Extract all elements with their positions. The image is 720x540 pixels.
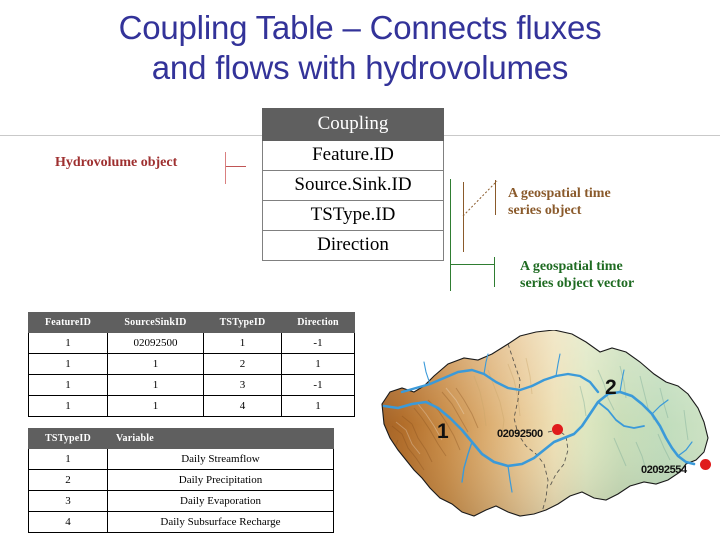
page-title-line-1: Coupling Table – Connects fluxes [118, 9, 602, 46]
cell-direction: -1 [281, 374, 355, 396]
page-title: Coupling Table – Connects fluxes and flo… [0, 8, 720, 88]
cell-featureid: 1 [28, 353, 108, 375]
cell-direction: -1 [281, 332, 355, 354]
schema-field-sourcesinkid: Source.Sink.ID [262, 170, 444, 201]
table-row: 1 Daily Streamflow [28, 448, 334, 470]
column-header-tstypeid: TSTypeID [28, 428, 108, 449]
column-header-variable: Variable [107, 428, 334, 449]
table-row: 1 1 2 1 [28, 353, 355, 375]
cell-tstypeid: 4 [203, 395, 282, 417]
column-header-direction: Direction [281, 312, 355, 333]
table-row: 3 Daily Evaporation [28, 490, 334, 512]
cell-tstypeid: 3 [203, 374, 282, 396]
cell-featureid: 1 [28, 395, 108, 417]
hydrovolume-bracket-arm [226, 166, 246, 167]
cell-tstypeid: 1 [28, 448, 108, 470]
table-row: 2 Daily Precipitation [28, 469, 334, 491]
cell-sourcesinkid: 1 [107, 395, 204, 417]
schema-field-row: Feature.ID [262, 140, 444, 171]
timeseries-vector-label-line-2: series object vector [520, 276, 635, 291]
timeseries-vector-bracket-cap [494, 257, 495, 287]
schema-field-featureid: Feature.ID [262, 140, 444, 171]
cell-variable: Daily Evaporation [107, 490, 334, 512]
schema-header-cell: Coupling [262, 108, 444, 141]
schema-field-tstypeid: TSType.ID [262, 200, 444, 231]
cell-sourcesinkid: 02092500 [107, 332, 204, 354]
watershed-map [381, 330, 709, 517]
gauge-marker-icon-downstream [700, 459, 711, 470]
schema-field-direction: Direction [262, 230, 444, 261]
gauge-marker-icon-upstream [552, 424, 563, 435]
cell-variable: Daily Subsurface Recharge [107, 511, 334, 533]
cell-direction: 1 [281, 353, 355, 375]
page-title-line-2: and flows with hydrovolumes [151, 49, 569, 86]
cell-tstypeid: 2 [28, 469, 108, 491]
timeseries-object-annotation-label: A geospatial time series object [508, 185, 693, 219]
cell-variable: Daily Precipitation [107, 469, 334, 491]
cell-variable: Daily Streamflow [107, 448, 334, 470]
column-header-sourcesinkid: SourceSinkID [107, 312, 204, 333]
cell-tstypeid: 1 [203, 332, 282, 354]
column-header-tstypeid: TSTypeID [203, 312, 282, 333]
cell-sourcesinkid: 1 [107, 353, 204, 375]
coupling-data-table: FeatureID SourceSinkID TSTypeID Directio… [28, 312, 355, 417]
timeseries-object-leader-line [462, 180, 498, 217]
table-row: 4 Daily Subsurface Recharge [28, 511, 334, 533]
column-header-featureid: FeatureID [28, 312, 108, 333]
timeseries-object-label-line-2: series object [508, 203, 582, 218]
hydrovolume-annotation-label: Hydrovolume object [55, 155, 178, 170]
schema-header-row: Coupling [262, 108, 444, 141]
timeseries-vector-annotation-label: A geospatial time series object vector [520, 258, 715, 292]
schema-field-row: Direction [262, 230, 444, 261]
table-row: 1 02092500 1 -1 [28, 332, 355, 354]
table-row: 1 1 4 1 [28, 395, 355, 417]
cell-featureid: 1 [28, 332, 108, 354]
cell-direction: 1 [281, 395, 355, 417]
schema-field-row: Source.Sink.ID [262, 170, 444, 201]
cell-tstypeid: 2 [203, 353, 282, 375]
hydrovolume-bracket-line [225, 152, 226, 184]
timeseries-vector-bracket-arm [451, 264, 494, 265]
timeseries-object-label-line-1: A geospatial time [508, 186, 611, 201]
timeseries-vector-bracket-line [450, 179, 451, 291]
table-header-row: TSTypeID Variable [28, 428, 334, 449]
cell-tstypeid: 4 [28, 511, 108, 533]
cell-tstypeid: 3 [28, 490, 108, 512]
schema-field-row: TSType.ID [262, 200, 444, 231]
tstype-lookup-table: TSTypeID Variable 1 Daily Streamflow 2 D… [28, 428, 334, 533]
cell-featureid: 1 [28, 374, 108, 396]
table-header-row: FeatureID SourceSinkID TSTypeID Directio… [28, 312, 355, 333]
basin-terrain [382, 330, 708, 516]
coupling-schema-table: Coupling Feature.ID Source.Sink.ID TSTyp… [262, 108, 444, 261]
cell-sourcesinkid: 1 [107, 374, 204, 396]
table-row: 1 1 3 -1 [28, 374, 355, 396]
timeseries-vector-label-line-1: A geospatial time [520, 259, 623, 274]
